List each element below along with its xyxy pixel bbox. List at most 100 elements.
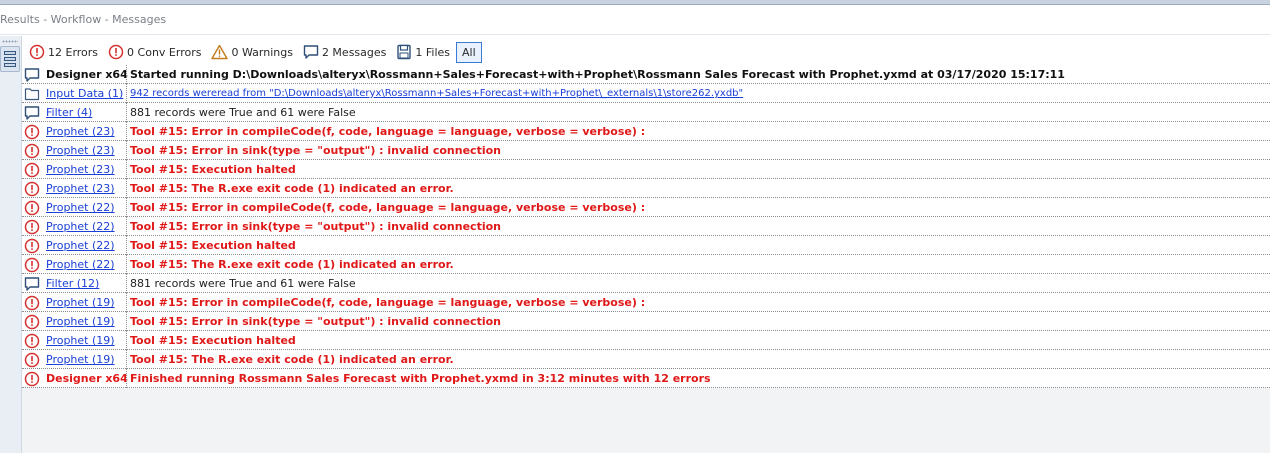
message-icon (24, 105, 40, 120)
error-icon (29, 44, 48, 60)
filter-1-files-button[interactable]: 1 Files (392, 42, 454, 63)
tool-link[interactable]: Prophet (19) (46, 334, 115, 347)
tool-link[interactable]: Prophet (22) (46, 220, 115, 233)
tool-name: Designer x64 (46, 372, 128, 385)
filter-label: 0 Warnings (231, 45, 293, 59)
message-row[interactable]: Prophet (22) Tool #15: Error in compileCo… (22, 198, 1270, 217)
message-text: Tool #15: Error in sink(type = "output")… (130, 220, 501, 233)
column-divider (126, 274, 127, 293)
error-icon (24, 162, 40, 178)
filter-2-messages-button[interactable]: 2 Messages (299, 42, 390, 63)
column-divider (126, 160, 127, 179)
filter-0-warnings-button[interactable]: 0 Warnings (207, 42, 296, 63)
tool-link[interactable]: Prophet (19) (46, 315, 115, 328)
error-icon (24, 333, 40, 349)
column-divider (126, 179, 127, 198)
error-icon (24, 352, 40, 368)
filter-label: 1 Files (415, 45, 451, 59)
tool-link[interactable]: Prophet (19) (46, 296, 115, 309)
panel-title: Results - Workflow - Messages (0, 13, 167, 26)
tool-link[interactable]: Prophet (22) (46, 239, 115, 252)
column-divider (126, 350, 127, 369)
column-divider (126, 369, 127, 388)
tool-link[interactable]: Prophet (23) (46, 125, 115, 138)
error-icon (24, 124, 40, 140)
message-icon (24, 67, 40, 82)
message-text: Tool #15: Error in compileCode(f, code, … (130, 296, 646, 309)
error-icon (24, 238, 40, 254)
tool-link[interactable]: Input Data (1) (46, 87, 123, 100)
warning-icon (211, 44, 231, 60)
error-icon (24, 295, 40, 311)
tool-link[interactable]: Prophet (19) (46, 353, 115, 366)
error-icon (24, 200, 40, 216)
tool-link[interactable]: Prophet (23) (46, 182, 115, 195)
message-text: Tool #15: Error in sink(type = "output")… (130, 144, 501, 157)
gutter-grip[interactable] (2, 40, 18, 43)
column-divider (126, 236, 127, 255)
tool-name: Designer x64 (46, 68, 128, 81)
left-gutter (0, 36, 22, 453)
message-row[interactable]: Prophet (23) Tool #15: Execution halted (22, 160, 1270, 179)
message-row[interactable]: Prophet (22) Tool #15: Execution halted (22, 236, 1270, 255)
tool-link[interactable]: Prophet (22) (46, 258, 115, 271)
message-text: Tool #15: Error in sink(type = "output")… (130, 315, 501, 328)
filter-label: 0 Conv Errors (127, 45, 202, 59)
error-icon (24, 181, 40, 197)
message-row[interactable]: Prophet (22) Tool #15: Error in sink(type… (22, 217, 1270, 236)
tool-link[interactable]: Filter (4) (46, 106, 92, 119)
message-text: Tool #15: Error in compileCode(f, code, … (130, 125, 646, 138)
error-icon (24, 143, 40, 159)
column-divider (126, 255, 127, 274)
message-row[interactable]: Prophet (19) Tool #15: Execution halted (22, 331, 1270, 350)
error-icon (24, 371, 40, 387)
filter-0-conv-errors-button[interactable]: 0 Conv Errors (104, 42, 205, 63)
message-row[interactable]: Prophet (22) Tool #15: The R.exe exit cod… (22, 255, 1270, 274)
tool-link[interactable]: Filter (12) (46, 277, 99, 290)
message-row[interactable]: Prophet (23) Tool #15: The R.exe exit cod… (22, 179, 1270, 198)
column-divider (126, 103, 127, 122)
tool-link[interactable]: Prophet (23) (46, 144, 115, 157)
layout-toggle-button[interactable] (0, 46, 20, 72)
tool-link[interactable]: Prophet (22) (46, 201, 115, 214)
message-text: Finished running Rossmann Sales Forecast… (130, 372, 711, 385)
tool-link[interactable]: Prophet (23) (46, 163, 115, 176)
message-icon (24, 276, 40, 291)
grid-empty-area (22, 388, 1270, 453)
message-text: Tool #15: The R.exe exit code (1) indica… (130, 258, 454, 271)
filter-label: 2 Messages (321, 45, 387, 59)
message-file-link[interactable]: 942 records wereread from "D:\Downloads\… (130, 88, 743, 99)
column-divider (126, 84, 127, 103)
message-row[interactable]: Designer x64 Finished running Rossmann Sa… (22, 369, 1270, 388)
message-row[interactable]: Designer x64 Started running D:\Downloads… (22, 65, 1270, 84)
message-text: Tool #15: Error in compileCode(f, code, … (130, 201, 646, 214)
error-icon (24, 219, 40, 235)
message-text: Started running D:\Downloads\alteryx\Ros… (130, 68, 1065, 81)
column-divider (126, 217, 127, 236)
message-row[interactable]: Prophet (23) Tool #15: Error in sink(type… (22, 141, 1270, 160)
error-icon (24, 314, 40, 330)
message-row[interactable]: Prophet (19) Tool #15: The R.exe exit cod… (22, 350, 1270, 369)
message-text: 881 records were True and 61 were False (130, 277, 356, 290)
message-text: 881 records were True and 61 were False (130, 106, 356, 119)
column-divider (126, 65, 127, 84)
filter-all-button[interactable]: All (456, 41, 482, 63)
filter-label: All (462, 45, 476, 59)
message-text: Tool #15: Execution halted (130, 163, 296, 176)
message-row[interactable]: Filter (4) 881 records were True and 61 w… (22, 103, 1270, 122)
error-icon (24, 257, 40, 273)
filter-label: 12 Errors (48, 45, 99, 59)
panel-titlebar: Results - Workflow - Messages (0, 5, 1270, 35)
column-divider (126, 141, 127, 160)
message-row[interactable]: Prophet (19) Tool #15: Error in compileCo… (22, 293, 1270, 312)
message-row[interactable]: Prophet (23) Tool #15: Error in compileCo… (22, 122, 1270, 141)
message-text: Tool #15: Execution halted (130, 239, 296, 252)
message-icon (303, 44, 322, 60)
message-text: Tool #15: Execution halted (130, 334, 296, 347)
message-text: Tool #15: The R.exe exit code (1) indica… (130, 182, 454, 195)
filter-12-errors-button[interactable]: 12 Errors (25, 42, 102, 63)
messages-grid: Designer x64 Started running D:\Downloads… (22, 65, 1270, 388)
message-row[interactable]: Prophet (19) Tool #15: Error in sink(type… (22, 312, 1270, 331)
message-row[interactable]: Filter (12) 881 records were True and 61 … (22, 274, 1270, 293)
message-row[interactable]: Input Data (1) 942 records wereread from … (22, 84, 1270, 103)
